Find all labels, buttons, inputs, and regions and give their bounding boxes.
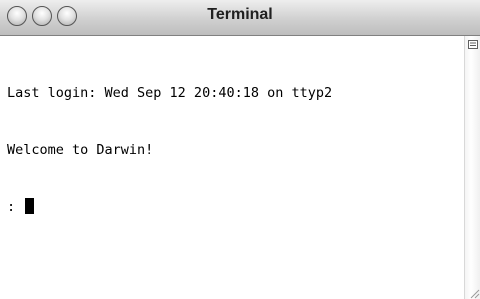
resize-grip-icon[interactable]: [468, 287, 480, 299]
welcome-line: Welcome to Darwin!: [7, 142, 154, 158]
prompt-text: :: [7, 199, 16, 215]
vertical-scrollbar[interactable]: [464, 36, 480, 299]
split-pane-icon[interactable]: [468, 40, 478, 49]
title-bar[interactable]: Terminal: [0, 0, 480, 36]
prompt-line: :: [7, 198, 332, 217]
last-login-line: Last login: Wed Sep 12 20:40:18 on ttyp2: [7, 85, 333, 101]
terminal-window: Terminal Last login: Wed Sep 12 20:40:18…: [0, 0, 480, 299]
window-title: Terminal: [207, 6, 273, 23]
text-cursor: [25, 198, 35, 214]
terminal-output[interactable]: Last login: Wed Sep 12 20:40:18 on ttyp2…: [0, 36, 464, 299]
